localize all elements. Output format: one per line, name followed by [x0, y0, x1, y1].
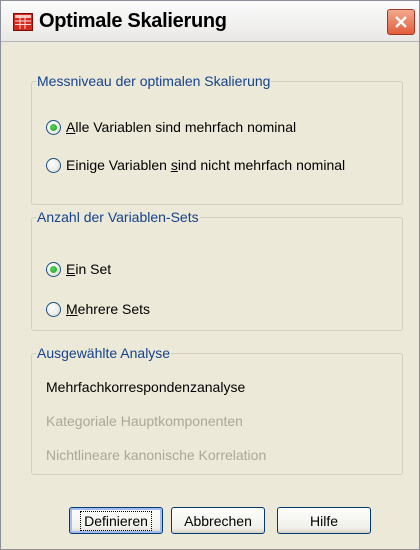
- radio-label: Einige Variablen sind nicht mehrfach nom…: [66, 157, 346, 173]
- window-title: Optimale Skalierung: [39, 10, 227, 32]
- spss-grid-icon: [13, 13, 33, 31]
- radio-label: Mehrere Sets: [66, 301, 151, 317]
- radio-button-selected[interactable]: [46, 262, 61, 277]
- radio-label: Ein Set: [66, 261, 112, 277]
- variable-sets-group: Anzahl der Variablen-Sets Ein Set Mehrer…: [31, 209, 403, 331]
- title-bar[interactable]: Optimale Skalierung: [1, 1, 419, 42]
- dialog-window: Optimale Skalierung Messniveau der optim…: [0, 0, 420, 550]
- radio-button[interactable]: [46, 158, 61, 173]
- variable-sets-legend: Anzahl der Variablen-Sets: [37, 209, 199, 225]
- close-icon[interactable]: [387, 9, 415, 35]
- radio-button[interactable]: [46, 302, 61, 317]
- help-button[interactable]: Hilfe: [277, 507, 371, 534]
- selected-analysis-group: Ausgewählte Analyse Mehrfachkorresponden…: [31, 345, 403, 475]
- selected-analysis-legend: Ausgewählte Analyse: [37, 345, 171, 361]
- define-button-label: Definieren: [80, 510, 152, 531]
- analysis-nonlinear-canonical: Nichtlineare kanonische Korrelation: [46, 447, 267, 463]
- measurement-level-legend: Messniveau der optimalen Skalierung: [37, 73, 271, 89]
- analysis-multiple-correspondence: Mehrfachkorrespondenzanalyse: [46, 379, 246, 395]
- analysis-categorical-pca: Kategoriale Hauptkomponenten: [46, 413, 243, 429]
- cancel-button[interactable]: Abbrechen: [171, 507, 265, 534]
- radio-label: Alle Variablen sind mehrfach nominal: [66, 119, 297, 135]
- measurement-level-group: Messniveau der optimalen Skalierung Alle…: [31, 73, 403, 205]
- radio-button-selected[interactable]: [46, 120, 61, 135]
- define-button[interactable]: Definieren: [69, 507, 163, 534]
- dialog-body: Messniveau der optimalen Skalierung Alle…: [7, 45, 413, 545]
